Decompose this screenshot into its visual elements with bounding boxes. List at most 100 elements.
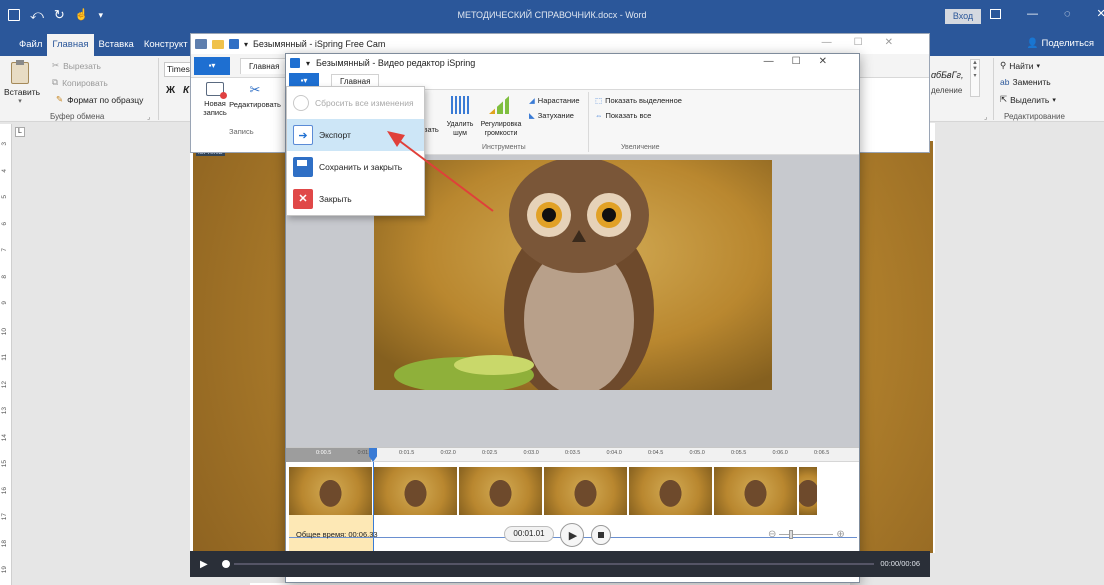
customize-toolbar-icon[interactable]: ▾	[244, 40, 248, 49]
seek-track[interactable]	[233, 563, 874, 565]
cam-tab-home[interactable]: Главная	[240, 57, 289, 74]
show-all-label: Показать все	[605, 111, 652, 120]
menu-item-reset[interactable]: Сбросить все изменения	[287, 87, 424, 119]
bold-button[interactable]: Ж	[166, 85, 175, 96]
zoom-group-label: Увеличение	[621, 144, 660, 151]
timeline-tick-label: 0:03.0	[523, 450, 539, 456]
zoom-thumb[interactable]	[789, 530, 794, 539]
select-button[interactable]: ⇱ Выделить ▾	[1000, 94, 1056, 105]
timeline-tick-label: 0:02.0	[440, 450, 456, 456]
menu-item-export-label: Экспорт	[319, 130, 351, 140]
fade-out-button[interactable]: ◣ Затухание	[529, 111, 574, 120]
cut-button[interactable]: ✂ Вырезать	[52, 60, 101, 71]
find-button[interactable]: ⚲ Найти ▾	[1000, 60, 1040, 71]
zoom-out-icon[interactable]: ⊖	[768, 529, 776, 540]
folder-icon[interactable]	[212, 39, 224, 49]
cursor-icon: ⇱	[1000, 94, 1008, 104]
zoom-track	[779, 530, 834, 539]
play-icon: ▶	[568, 529, 578, 542]
ruler-number: 5	[1, 195, 8, 199]
tab-home[interactable]: Главная	[47, 34, 94, 56]
ruler-number: 12	[1, 380, 8, 388]
ruler-number: 4	[1, 168, 8, 173]
customize-toolbar-icon[interactable]: ▾	[306, 59, 310, 68]
save-close-icon	[293, 157, 313, 177]
minimize-icon[interactable]: —	[1027, 8, 1038, 20]
annotation-arrow	[387, 131, 494, 212]
timeline-tick-label: 0:02.5	[482, 450, 498, 456]
ribbon-display-icon[interactable]	[990, 8, 1001, 19]
fade-out-label: Затухание	[537, 111, 574, 120]
play-button[interactable]: ▶	[560, 523, 584, 547]
paste-button[interactable]: Вставить ▾	[4, 60, 40, 105]
edit-video-icon: ✂	[249, 82, 261, 97]
total-time-label: Общее время: 00:06.33	[296, 530, 378, 539]
share-label: Поделиться	[1041, 38, 1094, 49]
timeline-tick-label: 0:01.5	[399, 450, 415, 456]
timeline-tick-label: 0:03.5	[565, 450, 581, 456]
play-icon[interactable]: ▶	[200, 559, 208, 570]
export-icon: ➔	[293, 125, 313, 145]
zoom-slider[interactable]: ⊖ ⊕	[768, 529, 845, 540]
replace-button[interactable]: ab Заменить	[1000, 77, 1051, 87]
copy-icon: ⧉	[52, 77, 59, 87]
zoom-in-icon[interactable]: ⊕	[836, 529, 844, 540]
video-thumbnail	[374, 467, 457, 515]
ruler-number: 10	[1, 327, 8, 335]
format-painter-button[interactable]: ✎ Формат по образцу	[56, 94, 143, 105]
chevron-down-icon: ▾	[1036, 62, 1041, 70]
timeline-tick-label: 0:00.5	[316, 450, 332, 456]
volume-button[interactable]	[482, 96, 516, 114]
fade-in-label: Нарастание	[537, 96, 580, 105]
ruler-number: 8	[1, 274, 8, 279]
current-time-field[interactable]: 00:01.01	[504, 526, 554, 542]
share-button[interactable]: 👤 Поделиться	[1027, 38, 1094, 49]
ruler-number: 18	[1, 539, 8, 547]
styles-dialog-launcher-icon[interactable]: ⌟	[984, 113, 987, 121]
cam-window-title: Безымянный - iSpring Free Cam	[253, 39, 386, 49]
show-selected-button[interactable]: ⬚ Показать выделенное	[595, 96, 682, 105]
editor-window-controls[interactable]: —☐✕	[764, 56, 845, 67]
group-divider	[588, 92, 589, 152]
font-name-select[interactable]: Times	[164, 62, 192, 77]
timeline-tick-label: 0:05.0	[689, 450, 705, 456]
close-icon[interactable]: ✕	[1097, 7, 1104, 20]
restore-icon[interactable]: ◌	[1064, 8, 1071, 20]
remove-noise-button[interactable]	[447, 96, 473, 114]
cam-app-icon	[195, 39, 207, 49]
stop-button[interactable]	[591, 525, 611, 545]
edit-button[interactable]: ✂ Редактировать	[227, 82, 283, 109]
timeline-tick-label: 0:06.0	[772, 450, 788, 456]
ruler-number: 11	[1, 354, 8, 361]
fade-in-button[interactable]: ◢ Нарастание	[529, 96, 580, 105]
ruler-number: 13	[1, 407, 8, 415]
show-selected-label: Показать выделенное	[605, 96, 682, 105]
cam-group-label: Запись	[229, 127, 254, 136]
editor-controls: Общее время: 00:06.33 00:01.01 ▶ ⊖ ⊕	[286, 522, 859, 548]
media-player-bar: ▶ 00:00/00:06	[190, 551, 930, 577]
save-icon[interactable]	[229, 39, 239, 49]
replace-icon: ab	[1000, 77, 1010, 87]
tab-file[interactable]: Файл	[14, 34, 47, 56]
copy-button[interactable]: ⧉ Копировать	[52, 77, 108, 88]
sign-in-button[interactable]: Вход	[945, 9, 981, 24]
tab-design[interactable]: Конструкт	[139, 34, 193, 56]
find-label: Найти	[1009, 60, 1034, 71]
style-preview[interactable]: ɑбБвГг,	[931, 70, 963, 80]
cut-label: Вырезать	[63, 60, 101, 71]
cam-window-controls[interactable]: —☐✕	[822, 37, 915, 48]
video-track[interactable]	[289, 467, 817, 515]
ruler-number: 3	[1, 142, 8, 146]
video-thumbnail	[544, 467, 627, 515]
italic-button[interactable]: К	[183, 85, 189, 96]
dialog-launcher-icon[interactable]: ⌟	[147, 113, 150, 121]
tab-insert[interactable]: Вставка	[94, 34, 139, 56]
tab-stop-selector[interactable]: L	[15, 127, 25, 137]
seek-knob[interactable]	[221, 560, 230, 568]
show-all-button[interactable]: ⇔ Показать все	[595, 111, 651, 120]
cam-file-menu-button[interactable]: ▪▾	[194, 56, 230, 75]
ruler-number: 19	[1, 566, 8, 574]
fade-in-icon: ◢	[529, 96, 535, 105]
word-window-title: МЕТОДИЧЕСКИЙ СПРАВОЧНИК.docx - Word	[457, 10, 647, 20]
styles-scroll[interactable]: ▲ ▼ ▾	[970, 59, 980, 97]
